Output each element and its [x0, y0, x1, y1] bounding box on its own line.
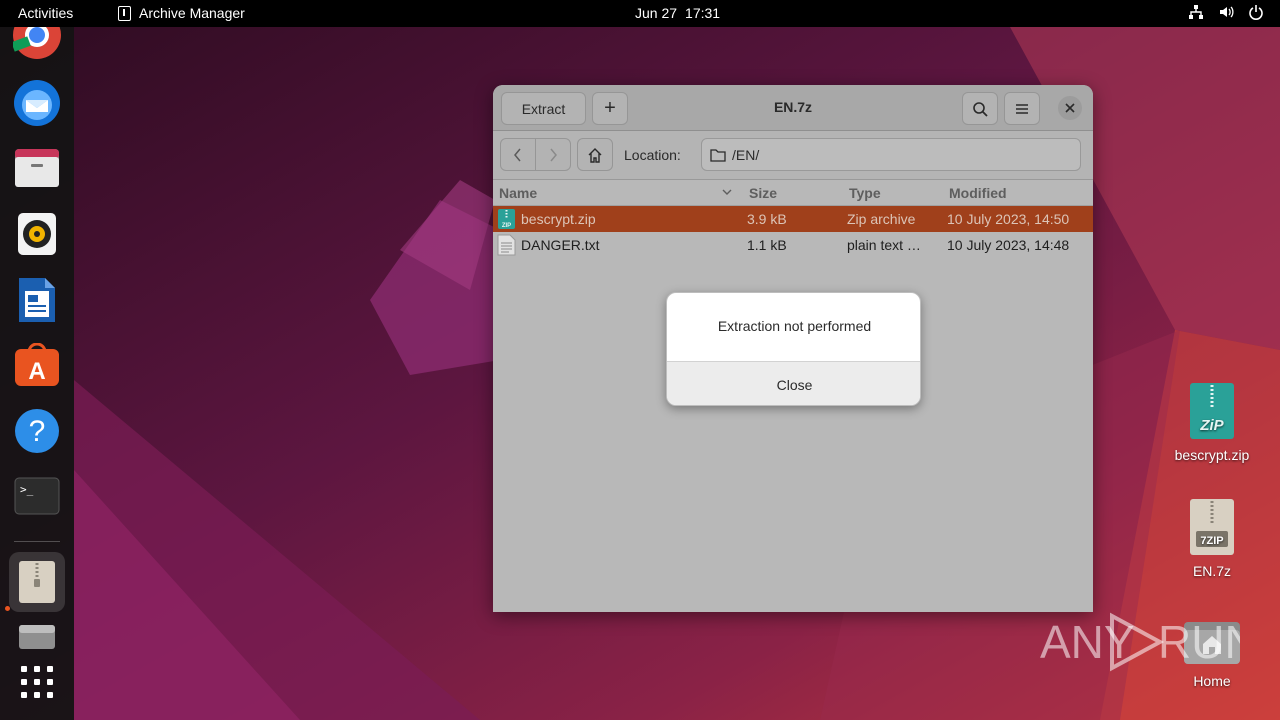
- home-icon: [588, 147, 602, 163]
- terminal-icon[interactable]: >_: [9, 468, 65, 524]
- hamburger-menu-icon: [1016, 103, 1028, 114]
- close-icon: [1065, 103, 1075, 113]
- chevron-right-icon: [550, 148, 557, 161]
- svg-text:ANY: ANY: [1040, 616, 1135, 668]
- menu-button[interactable]: [1004, 92, 1040, 125]
- home-button[interactable]: [577, 138, 613, 171]
- dialog-message: Extraction not performed: [717, 318, 872, 334]
- thunderbird-icon[interactable]: [9, 75, 65, 131]
- location-label: Location:: [624, 147, 681, 163]
- volume-icon[interactable]: [1218, 4, 1234, 20]
- search-icon: [973, 101, 988, 117]
- text-file-icon: [497, 234, 516, 256]
- desktop-icon-label: Home: [1193, 673, 1231, 689]
- table-row[interactable]: DANGER.txt 1.1 kB plain text … 10 July 2…: [493, 232, 1093, 258]
- file-modified: 10 July 2023, 14:50: [947, 211, 1070, 227]
- zip-file-icon: ZiP: [1190, 383, 1234, 439]
- anyrun-watermark: ANY RUN: [1040, 612, 1240, 672]
- desktop-icon-en-7z[interactable]: 7ZIP EN.7z: [1162, 498, 1262, 579]
- svg-text:7ZIP: 7ZIP: [1200, 535, 1223, 547]
- column-header-type[interactable]: Type: [849, 185, 881, 201]
- file-type: plain text …: [847, 237, 921, 253]
- column-header-size[interactable]: Size: [749, 185, 777, 201]
- activities-button[interactable]: Activities: [18, 5, 73, 21]
- removable-drive-icon[interactable]: [9, 622, 65, 652]
- system-tray[interactable]: [1188, 4, 1264, 20]
- location-toolbar: Location: /EN/: [493, 131, 1093, 180]
- chevron-left-icon: [514, 148, 521, 161]
- location-value: /EN/: [732, 146, 760, 163]
- clock-date: Jun 27: [635, 5, 678, 21]
- close-button[interactable]: Close: [667, 361, 920, 405]
- desktop-icon-label: bescrypt.zip: [1174, 447, 1250, 463]
- file-type: Zip archive: [847, 211, 916, 227]
- files-icon[interactable]: [9, 140, 65, 196]
- app-menu-label: Archive Manager: [139, 5, 245, 21]
- svg-text:ZiP: ZiP: [1199, 417, 1224, 434]
- archive-manager-icon[interactable]: [9, 552, 65, 612]
- file-name: bescrypt.zip: [521, 211, 596, 227]
- help-icon[interactable]: ?: [9, 403, 65, 459]
- location-field[interactable]: /EN/: [701, 138, 1081, 171]
- top-bar: Activities Archive Manager Jun 27 17:31: [0, 0, 1280, 27]
- desktop-icon-bescrypt-zip[interactable]: ZiP bescrypt.zip: [1162, 382, 1262, 463]
- app-center-icon[interactable]: A: [9, 337, 65, 393]
- folder-icon: [710, 148, 726, 162]
- show-apps-icon[interactable]: [9, 654, 65, 710]
- clock[interactable]: Jun 27 17:31: [635, 5, 720, 21]
- list-header: Name Size Type Modified: [493, 180, 1093, 206]
- desktop-icon-label: EN.7z: [1192, 563, 1232, 579]
- svg-text:?: ?: [29, 415, 46, 448]
- column-header-name[interactable]: Name: [499, 185, 537, 201]
- window-close-button[interactable]: [1058, 96, 1082, 120]
- back-button[interactable]: [501, 139, 536, 170]
- svg-text:ZIP: ZIP: [502, 223, 511, 229]
- network-icon[interactable]: [1188, 4, 1204, 20]
- zip-file-icon: ZIP: [498, 209, 515, 229]
- dock-separator: [14, 541, 60, 542]
- power-icon[interactable]: [1248, 4, 1264, 20]
- file-size: 1.1 kB: [747, 237, 787, 253]
- archive-manager-icon: [118, 5, 131, 21]
- header-bar: Extract + EN.7z: [493, 85, 1093, 131]
- dock: A ? >_: [0, 27, 74, 720]
- extract-button[interactable]: Extract: [501, 92, 586, 125]
- file-size: 3.9 kB: [747, 211, 787, 227]
- forward-button[interactable]: [536, 139, 570, 170]
- search-button[interactable]: [962, 92, 998, 125]
- error-dialog: Extraction not performed Close: [666, 292, 921, 406]
- add-files-button[interactable]: +: [592, 92, 628, 125]
- rhythmbox-icon[interactable]: [9, 206, 65, 262]
- navigation-buttons: [500, 138, 571, 171]
- file-modified: 10 July 2023, 14:48: [947, 237, 1070, 253]
- libreoffice-writer-icon[interactable]: [9, 272, 65, 328]
- file-name: DANGER.txt: [521, 237, 600, 253]
- sort-chevron-down-icon: [722, 189, 732, 195]
- chrome-icon[interactable]: [9, 27, 65, 63]
- column-header-modified[interactable]: Modified: [949, 185, 1007, 201]
- clock-time: 17:31: [685, 5, 721, 21]
- table-row[interactable]: ZIP bescrypt.zip 3.9 kB Zip archive 10 J…: [493, 206, 1093, 232]
- svg-text:RUN: RUN: [1158, 616, 1240, 668]
- svg-text:A: A: [28, 358, 45, 385]
- 7zip-file-icon: 7ZIP: [1190, 499, 1234, 555]
- app-menu[interactable]: Archive Manager: [118, 5, 245, 21]
- svg-text:>_: >_: [20, 483, 34, 496]
